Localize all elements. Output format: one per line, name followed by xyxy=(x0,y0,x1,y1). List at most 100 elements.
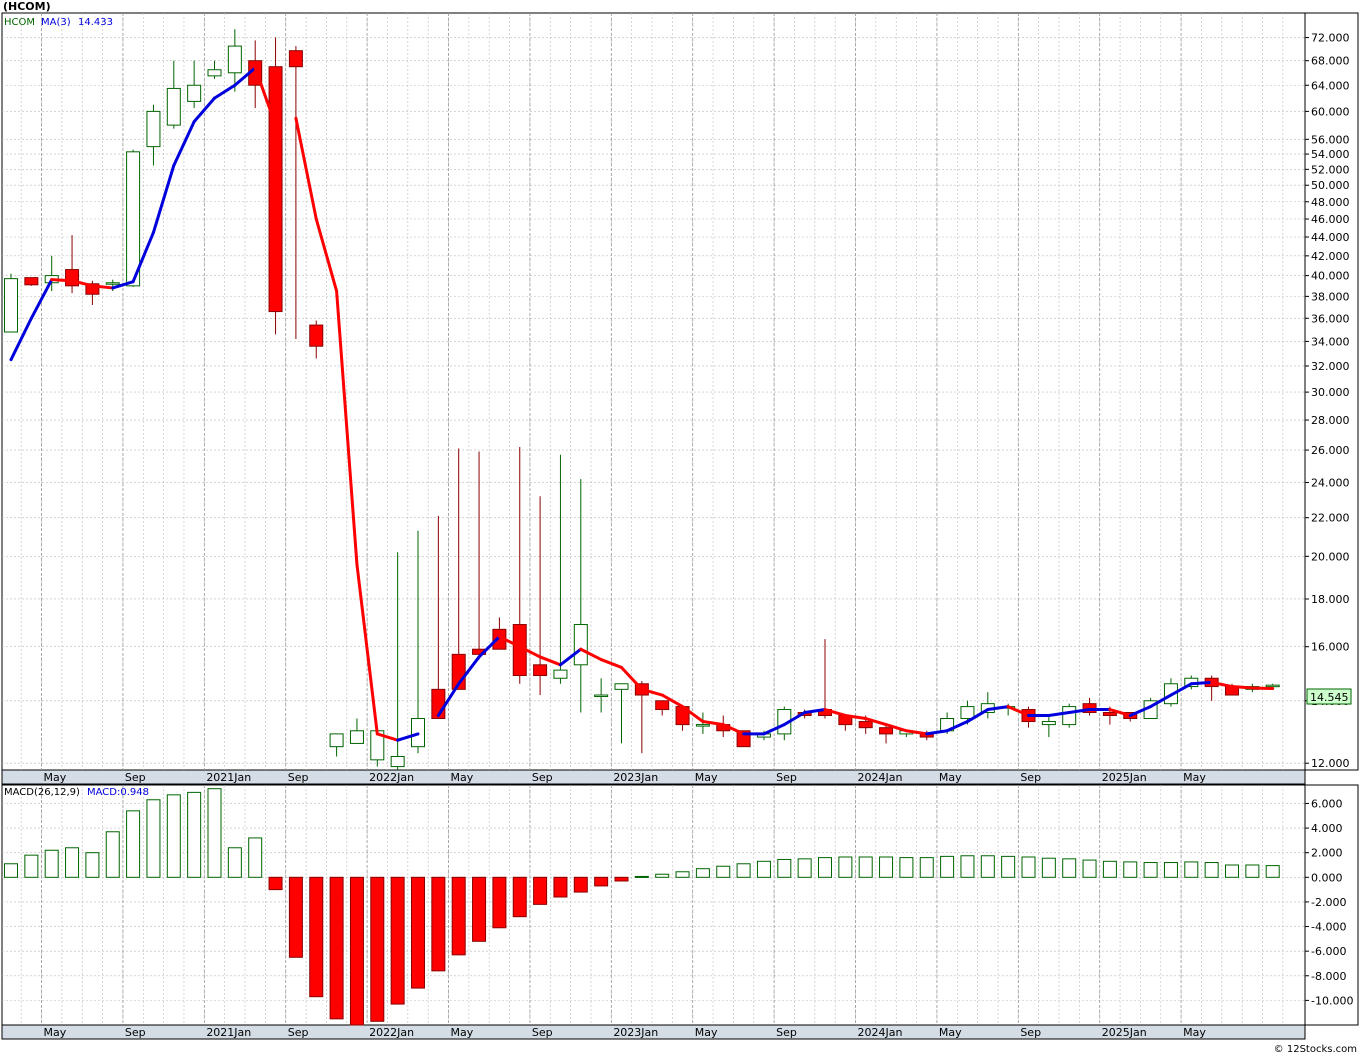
macd-bar xyxy=(1062,858,1077,878)
macd-x-tick-label: May xyxy=(451,1026,474,1039)
price-y-tick-label: 26.000 xyxy=(1311,444,1350,457)
candle-body xyxy=(187,84,202,102)
candle-body xyxy=(858,721,873,729)
candle-body xyxy=(879,727,894,735)
macd-legend-value: MACD:0.948 xyxy=(87,787,149,798)
macd-x-tick-label: May xyxy=(939,1026,962,1039)
price-y-tick-label: 32.000 xyxy=(1311,360,1350,373)
candle-body xyxy=(288,50,303,68)
macd-bar xyxy=(716,865,731,878)
ma-segment xyxy=(1230,685,1254,690)
macd-bar xyxy=(1082,859,1097,878)
macd-x-tick-label: May xyxy=(44,1026,67,1039)
macd-bar xyxy=(207,788,222,878)
price-x-tick-label: Sep xyxy=(532,771,553,784)
price-y-tick-label: 22.000 xyxy=(1311,512,1350,525)
macd-bar xyxy=(1163,862,1178,878)
macd-bar xyxy=(44,849,59,878)
price-grid xyxy=(1,12,1359,785)
macd-bar xyxy=(695,868,710,878)
legend-ma-label: MA(3) xyxy=(41,17,71,28)
price-x-tick-label: Sep xyxy=(288,771,309,784)
price-y-tick-label: 60.000 xyxy=(1311,105,1350,118)
macd-bar xyxy=(777,858,792,878)
macd-y-tick-label: -6.000 xyxy=(1311,945,1346,958)
macd-bar xyxy=(65,847,80,878)
macd-x-tick-label: Sep xyxy=(776,1026,797,1039)
candle-body xyxy=(1041,721,1056,726)
price-y-tick-label: 40.000 xyxy=(1311,270,1350,283)
macd-bar xyxy=(879,856,894,878)
macd-bar xyxy=(451,876,466,956)
price-y-tick-label: 12.000 xyxy=(1311,757,1350,770)
macd-bar xyxy=(818,857,832,878)
candle-body xyxy=(268,66,283,313)
macd-x-tick-label: Sep xyxy=(288,1026,309,1039)
macd-bar xyxy=(980,855,995,878)
price-plot-frame xyxy=(1,12,1306,771)
macd-bar xyxy=(553,876,568,898)
macd-bar xyxy=(858,856,873,878)
candle-body xyxy=(24,277,39,286)
macd-bar xyxy=(492,876,507,929)
macd-x-tick-label: 2022Jan xyxy=(369,1026,414,1039)
candle-body xyxy=(390,755,405,768)
macd-bar xyxy=(166,794,181,878)
price-y-tick-label: 68.000 xyxy=(1311,55,1350,68)
candle-body xyxy=(309,324,324,347)
macd-bar xyxy=(919,857,934,878)
candle-body xyxy=(594,694,609,698)
macd-x-tick-label: 2024Jan xyxy=(858,1026,903,1039)
ma-segment xyxy=(50,278,74,283)
macd-x-tick-label: Sep xyxy=(125,1026,146,1039)
macd-bar xyxy=(960,855,975,878)
macd-bar xyxy=(899,857,914,878)
macd-x-tick-label: 2021Jan xyxy=(206,1026,251,1039)
price-x-tick-label: Sep xyxy=(776,771,797,784)
candle-body xyxy=(4,278,18,333)
price-y-tick-label: 36.000 xyxy=(1311,312,1350,325)
chart-title: (HCOM) xyxy=(3,0,51,13)
price-y-tick-label: 52.000 xyxy=(1311,163,1350,176)
candle-body xyxy=(207,69,222,77)
macd-bar xyxy=(105,831,120,878)
candle-body xyxy=(146,110,161,148)
candle-body xyxy=(655,700,670,711)
macd-bar xyxy=(1265,865,1280,878)
price-y-tick-label: 42.000 xyxy=(1311,250,1350,263)
candle-body xyxy=(1102,712,1117,716)
macd-y-tick-label: 4.000 xyxy=(1311,822,1343,835)
macd-bar xyxy=(512,876,527,918)
ma-segment xyxy=(1189,680,1214,686)
price-y-tick-label: 46.000 xyxy=(1311,213,1350,226)
legend-symbol: HCOM xyxy=(4,17,35,28)
macd-bar xyxy=(533,876,548,905)
macd-x-axis: May Sep 2021Jan Sep 2022Jan May Sep 2023Jan May S… xyxy=(44,1026,1207,1039)
price-x-tick-label: 2023Jan xyxy=(613,771,658,784)
macd-bar xyxy=(85,852,100,878)
macd-bar xyxy=(1102,860,1117,878)
macd-bar xyxy=(736,863,751,878)
price-y-tick-label: 18.000 xyxy=(1311,593,1350,606)
macd-x-tick-label: Sep xyxy=(532,1026,553,1039)
macd-bar xyxy=(573,876,588,893)
price-y-tick-label: 56.000 xyxy=(1311,133,1350,146)
candle-body xyxy=(166,87,181,126)
legend-ma-value: 14.433 xyxy=(78,17,113,28)
macd-y-tick-label: -8.000 xyxy=(1311,970,1346,983)
price-y-tick-label: 48.000 xyxy=(1311,196,1350,209)
copyright-text: © 12Stocks.com xyxy=(1274,1044,1357,1055)
macd-bar xyxy=(370,876,385,1022)
macd-bar xyxy=(227,847,242,878)
macd-bar xyxy=(146,799,161,878)
last-price-badge: 14.545 xyxy=(1306,688,1352,705)
price-x-tick-label: 2021Jan xyxy=(206,771,251,784)
macd-bar xyxy=(1123,861,1138,878)
price-x-tick-label: May xyxy=(1183,771,1206,784)
price-y-tick-label: 50.000 xyxy=(1311,179,1350,192)
price-y-tick-label: 28.000 xyxy=(1311,414,1350,427)
candle-body xyxy=(960,706,975,720)
macd-bar xyxy=(1184,861,1199,878)
macd-y-tick-label: 6.000 xyxy=(1311,797,1343,810)
macd-bar xyxy=(268,876,283,891)
